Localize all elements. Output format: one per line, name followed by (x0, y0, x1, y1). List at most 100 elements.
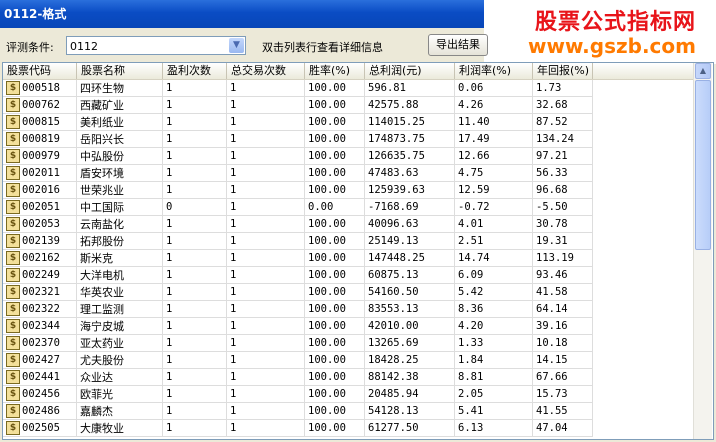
cell-text: 1 (166, 337, 173, 349)
cell-profit-rate: 11.40 (455, 114, 533, 131)
header-col-wins[interactable]: 盈利次数 (163, 63, 227, 79)
cell-code: $000518 (3, 80, 77, 97)
cell-text: 美利纸业 (80, 116, 124, 129)
cell-text: 西藏矿业 (80, 99, 124, 112)
condition-select[interactable]: 0112 ▼ (66, 36, 246, 55)
export-button[interactable]: 导出结果 (428, 34, 488, 56)
table-row[interactable]: $002016 世荣兆业 1 1 100.00 125939.63 12.59 96.68 (3, 182, 693, 199)
dollar-icon: $ (6, 81, 20, 95)
cell-name: 斯米克 (77, 250, 163, 267)
table-row[interactable]: $000518 四环生物 1 1 100.00 596.81 0.06 1.73 (3, 80, 693, 97)
cell-text: 1 (230, 422, 237, 434)
header-col-annual[interactable]: 年回报(%) (533, 63, 593, 79)
scroll-up-icon[interactable]: ▲ (695, 63, 711, 79)
scroll-thumb[interactable] (695, 80, 711, 250)
table-row[interactable]: $002322 理工监测 1 1 100.00 83553.13 8.36 64.14 (3, 301, 693, 318)
cell-profit: 147448.25 (365, 250, 455, 267)
cell-name: 众业达 (77, 369, 163, 386)
cell-winrate: 100.00 (305, 97, 365, 114)
cell-text: 15.73 (536, 388, 568, 400)
table-row[interactable]: $002051 中工国际 0 1 0.00 -7168.69 -0.72 -5.50 (3, 199, 693, 216)
header-col-trades[interactable]: 总交易次数 (227, 63, 305, 79)
table-row[interactable]: $000762 西藏矿业 1 1 100.00 42575.88 4.26 32.68 (3, 97, 693, 114)
cell-annual: 96.68 (533, 182, 593, 199)
cell-text: 100.00 (308, 388, 346, 400)
table-row[interactable]: $000979 中弘股份 1 1 100.00 126635.75 12.66 97.21 (3, 148, 693, 165)
cell-code: $002162 (3, 250, 77, 267)
cell-text: 000762 (22, 99, 60, 111)
cell-annual: 113.19 (533, 250, 593, 267)
cell-text: 134.24 (536, 133, 574, 145)
cell-text: 1 (230, 320, 237, 332)
cell-text: 斯米克 (80, 252, 113, 265)
chevron-down-icon[interactable]: ▼ (229, 38, 244, 53)
table-row[interactable]: $002456 欧菲光 1 1 100.00 20485.94 2.05 15.73 (3, 386, 693, 403)
vertical-scrollbar[interactable]: ▲ (693, 63, 712, 439)
table-row[interactable]: $002441 众业达 1 1 100.00 88142.38 8.81 67.66 (3, 369, 693, 386)
cell-profit: 47483.63 (365, 165, 455, 182)
header-col-profit-rate[interactable]: 利润率(%) (455, 63, 533, 79)
table-row[interactable]: $002486 嘉麟杰 1 1 100.00 54128.13 5.41 41.55 (3, 403, 693, 420)
table-row[interactable]: $002321 华英农业 1 1 100.00 54160.50 5.42 41.58 (3, 284, 693, 301)
table-row[interactable]: $002370 亚太药业 1 1 100.00 13265.69 1.33 10.18 (3, 335, 693, 352)
cell-text: 002486 (22, 405, 60, 417)
cell-profit: 114015.25 (365, 114, 455, 131)
table-row[interactable]: $000819 岳阳兴长 1 1 100.00 174873.75 17.49 134.24 (3, 131, 693, 148)
cell-code: $002322 (3, 301, 77, 318)
table-row[interactable]: $002505 大康牧业 1 1 100.00 61277.50 6.13 47.04 (3, 420, 693, 437)
table-row[interactable]: $002011 盾安环境 1 1 100.00 47483.63 4.75 56.33 (3, 165, 693, 182)
cell-profit: 40096.63 (365, 216, 455, 233)
cell-wins: 1 (163, 114, 227, 131)
cell-wins: 1 (163, 386, 227, 403)
cell-annual: 10.18 (533, 335, 593, 352)
table-row[interactable]: $002139 拓邦股份 1 1 100.00 25149.13 2.51 19.31 (3, 233, 693, 250)
cell-name: 四环生物 (77, 80, 163, 97)
cell-text: 32.68 (536, 99, 568, 111)
cell-name: 中工国际 (77, 199, 163, 216)
cell-text: 100.00 (308, 422, 346, 434)
cell-name: 嘉麟杰 (77, 403, 163, 420)
cell-profit-rate: 17.49 (455, 131, 533, 148)
cell-annual: 56.33 (533, 165, 593, 182)
cell-profit-rate: 8.36 (455, 301, 533, 318)
header-col-name[interactable]: 股票名称 (77, 63, 163, 79)
table-row[interactable]: $000815 美利纸业 1 1 100.00 114015.25 11.40 87.52 (3, 114, 693, 131)
cell-wins: 1 (163, 335, 227, 352)
table-row[interactable]: $002249 大洋电机 1 1 100.00 60875.13 6.09 93.46 (3, 267, 693, 284)
cell-text: 12.66 (458, 150, 490, 162)
cell-text: 2.05 (458, 388, 484, 400)
cell-text: 18428.25 (368, 354, 419, 366)
cell-text: 1 (230, 150, 237, 162)
cell-text: 0 (166, 201, 173, 213)
cell-text: 1 (230, 201, 237, 213)
cell-text: 002051 (22, 201, 60, 213)
cell-wins: 1 (163, 182, 227, 199)
cell-text: 嘉麟杰 (80, 405, 113, 418)
cell-text: 174873.75 (368, 133, 425, 145)
table-row[interactable]: $002053 云南盐化 1 1 100.00 40096.63 4.01 30.78 (3, 216, 693, 233)
header-col-profit[interactable]: 总利润(元) (365, 63, 455, 79)
dollar-icon: $ (6, 387, 20, 401)
cell-code: $002051 (3, 199, 77, 216)
header-col-winrate[interactable]: 胜率(%) (305, 63, 365, 79)
table-row[interactable]: $002162 斯米克 1 1 100.00 147448.25 14.74 113.19 (3, 250, 693, 267)
cell-code: $002344 (3, 318, 77, 335)
cell-profit-rate: 2.51 (455, 233, 533, 250)
dollar-icon: $ (6, 285, 20, 299)
cell-text: 1 (166, 167, 173, 179)
cell-trades: 1 (227, 386, 305, 403)
dollar-icon: $ (6, 115, 20, 129)
header-col-code[interactable]: 股票代码 (3, 63, 77, 79)
hint-text: 双击列表行查看详细信息 (262, 41, 383, 54)
cell-wins: 1 (163, 267, 227, 284)
cell-text: 1 (166, 388, 173, 400)
table-row[interactable]: $002344 海宁皮城 1 1 100.00 42010.00 4.20 39.16 (3, 318, 693, 335)
cell-wins: 1 (163, 97, 227, 114)
cell-name: 大康牧业 (77, 420, 163, 437)
table-row[interactable]: $002427 尤夫股份 1 1 100.00 18428.25 1.84 14.15 (3, 352, 693, 369)
cell-trades: 1 (227, 114, 305, 131)
cell-text: 8.81 (458, 371, 484, 383)
cell-code: $002427 (3, 352, 77, 369)
cell-trades: 1 (227, 318, 305, 335)
cell-text: 100.00 (308, 286, 346, 298)
